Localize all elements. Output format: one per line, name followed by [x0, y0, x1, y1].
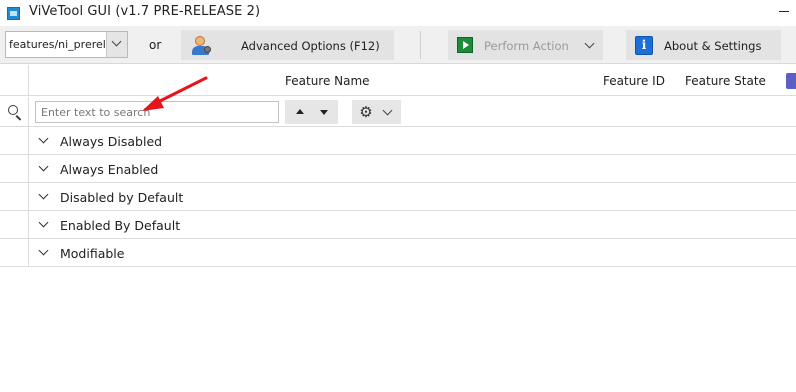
perform-action-label: Perform Action — [484, 39, 569, 53]
advanced-options-label: Advanced Options (F12) — [241, 39, 380, 53]
sort-down-icon[interactable] — [320, 110, 328, 115]
chevron-down-icon[interactable] — [38, 189, 49, 200]
search-row: ⚙ — [0, 97, 796, 127]
info-icon: i — [635, 36, 653, 55]
user-settings-icon — [191, 36, 211, 56]
group-label: Always Disabled — [60, 134, 163, 149]
group-label: Enabled By Default — [60, 218, 181, 233]
sort-button[interactable] — [285, 100, 338, 124]
column-header-feature-id[interactable]: Feature ID — [603, 74, 665, 88]
row-corner — [0, 183, 29, 211]
about-settings-button[interactable]: i About & Settings — [626, 30, 781, 60]
search-corner — [0, 97, 29, 127]
search-settings-button[interactable]: ⚙ — [352, 100, 401, 124]
chevron-down-icon[interactable] — [584, 38, 595, 49]
group-label: Disabled by Default — [60, 190, 184, 205]
chevron-down-icon — [111, 36, 122, 47]
chevron-down-icon[interactable] — [38, 161, 49, 172]
or-label: or — [149, 38, 162, 52]
window-title: ViVeTool GUI (v1.7 PRE-RELEASE 2) — [29, 4, 261, 19]
branch-select[interactable]: features/ni_prerelease — [5, 31, 128, 58]
about-settings-label: About & Settings — [664, 39, 762, 53]
gear-icon: ⚙ — [359, 103, 373, 121]
chevron-down-icon — [382, 105, 393, 116]
title-bar: ViVeTool GUI (v1.7 PRE-RELEASE 2) — [0, 0, 796, 26]
column-header-feature-name[interactable]: Feature Name — [285, 74, 370, 88]
row-corner — [0, 211, 29, 239]
group-row-modifiable[interactable]: Modifiable — [0, 239, 796, 267]
play-icon — [457, 37, 473, 53]
group-row-always-disabled[interactable]: Always Disabled — [0, 127, 796, 155]
sort-up-icon[interactable] — [296, 109, 304, 114]
group-row-always-enabled[interactable]: Always Enabled — [0, 155, 796, 183]
chevron-down-icon[interactable] — [38, 217, 49, 228]
app-icon — [7, 7, 20, 20]
group-label: Modifiable — [60, 246, 125, 261]
chevron-down-icon[interactable] — [38, 133, 49, 144]
annotation-arrow — [142, 76, 208, 111]
perform-action-button[interactable]: Perform Action — [448, 30, 603, 60]
row-corner — [0, 239, 29, 267]
minimize-icon[interactable] — [779, 11, 789, 12]
row-corner — [0, 127, 29, 155]
toolbar: features/ni_prerelease or Advanced Optio… — [0, 26, 796, 64]
row-corner — [0, 155, 29, 183]
advanced-options-button[interactable]: Advanced Options (F12) — [181, 30, 394, 60]
group-row-enabled-by-default[interactable]: Enabled By Default — [0, 211, 796, 239]
column-header-feature-state[interactable]: Feature State — [685, 74, 766, 88]
header-corner — [0, 65, 29, 96]
branch-select-value: features/ni_prerelease — [9, 38, 107, 51]
search-icon — [8, 105, 18, 115]
group-row-disabled-by-default[interactable]: Disabled by Default — [0, 183, 796, 211]
toolbar-separator — [420, 31, 421, 59]
group-label: Always Enabled — [60, 162, 159, 177]
branch-dropdown-button[interactable] — [106, 32, 127, 57]
chevron-down-icon[interactable] — [38, 245, 49, 256]
grid-header: Feature Name Feature ID Feature State — [0, 65, 796, 96]
column-chooser-icon[interactable] — [786, 73, 796, 89]
